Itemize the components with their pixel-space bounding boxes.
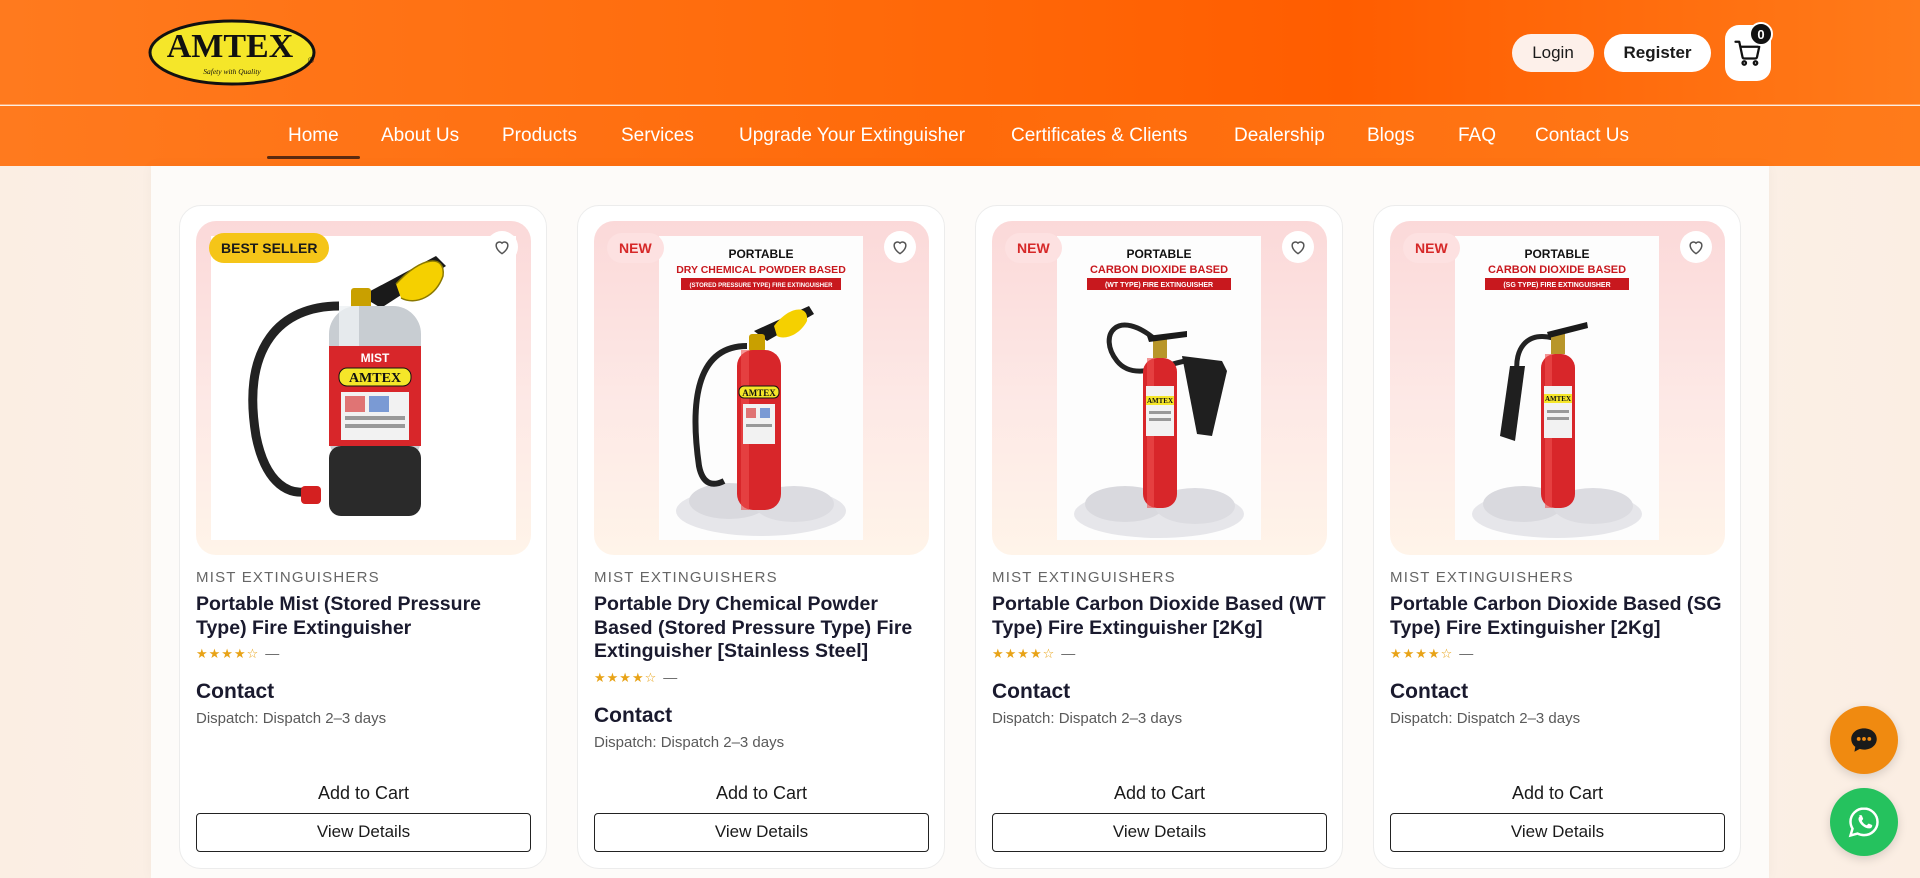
mist-label: MIST (361, 351, 390, 365)
product-category: MIST EXTINGUISHERS (992, 569, 1176, 586)
view-details-button[interactable]: View Details (992, 813, 1327, 852)
product-image-frame: PORTABLE CARBON DIOXIDE BASED (SG TYPE) … (1390, 221, 1725, 555)
product-title[interactable]: Portable Mist (Stored Pressure Type) Fir… (196, 593, 536, 640)
amtex-label: AMTEX (1147, 397, 1173, 405)
heart-icon (1689, 241, 1703, 255)
amtex-logo[interactable]: AMTEX ® Safety with Quality (148, 19, 316, 86)
product-category: MIST EXTINGUISHERS (594, 569, 778, 586)
product-image[interactable]: PORTABLE CARBON DIOXIDE BASED (SG TYPE) … (1455, 236, 1659, 540)
dispatch-info: Dispatch: Dispatch 2–3 days (196, 710, 387, 727)
product-card[interactable]: PORTABLE DRY CHEMICAL POWDER BASED (STOR… (577, 205, 945, 869)
rating-count: — (265, 645, 280, 661)
product-rating: ★★★★☆ — (1390, 645, 1473, 662)
dispatch-info: Dispatch: Dispatch 2–3 days (992, 710, 1183, 727)
nav-upgrade-your-extinguisher[interactable]: Upgrade Your Extinguisher (739, 106, 965, 166)
product-image[interactable]: MIST AMTEX (211, 236, 516, 540)
dispatch-info: Dispatch: Dispatch 2–3 days (594, 734, 785, 751)
heart-icon (893, 241, 907, 255)
whatsapp-button[interactable] (1830, 788, 1898, 856)
poster-line3: (WT TYPE) FIRE EXTINGUISHER (1105, 282, 1213, 289)
product-price: Contact (594, 704, 673, 727)
rating-stars: ★★★★☆ (1390, 646, 1454, 661)
product-image-frame: PORTABLE DRY CHEMICAL POWDER BASED (STOR… (594, 221, 929, 555)
product-card[interactable]: PORTABLE CARBON DIOXIDE BASED (WT TYPE) … (975, 205, 1343, 869)
amtex-label: AMTEX (349, 371, 401, 386)
wishlist-button[interactable] (884, 231, 916, 263)
view-details-button[interactable]: View Details (196, 813, 531, 852)
nav-products[interactable]: Products (502, 106, 577, 166)
best-seller-badge: BEST SELLER (209, 233, 330, 263)
poster-line2: DRY CHEMICAL POWDER BASED (676, 264, 846, 276)
rating-stars: ★★★★☆ (196, 646, 260, 661)
nav-faq[interactable]: FAQ (1458, 106, 1496, 166)
register-button[interactable]: Register (1604, 34, 1711, 72)
nav-blogs[interactable]: Blogs (1367, 106, 1415, 166)
new-badge: NEW (607, 233, 664, 263)
product-card[interactable]: MIST AMTEX BEST SELLER MIST EXTINGUISHER… (179, 205, 547, 869)
new-badge: NEW (1403, 233, 1460, 263)
nav-contact-us[interactable]: Contact Us (1535, 106, 1629, 166)
nav-services[interactable]: Services (621, 106, 694, 166)
product-card[interactable]: PORTABLE CARBON DIOXIDE BASED (SG TYPE) … (1373, 205, 1741, 869)
product-image[interactable]: PORTABLE DRY CHEMICAL POWDER BASED (STOR… (659, 236, 863, 540)
product-image-frame: PORTABLE CARBON DIOXIDE BASED (WT TYPE) … (992, 221, 1327, 555)
amtex-label: AMTEX (742, 388, 776, 398)
top-header: AMTEX ® Safety with Quality Login Regist… (0, 0, 1920, 105)
product-title[interactable]: Portable Dry Chemical Powder Based (Stor… (594, 593, 934, 664)
poster-line3: (STORED PRESSURE TYPE) FIRE EXTINGUISHER (690, 283, 834, 289)
live-chat-button[interactable] (1830, 706, 1898, 774)
add-to-cart-button[interactable]: Add to Cart (992, 778, 1327, 808)
poster-line1: PORTABLE (728, 247, 793, 261)
heart-icon (495, 241, 509, 255)
svg-text:AMTEX: AMTEX (167, 28, 294, 65)
product-rating: ★★★★☆ — (992, 645, 1075, 662)
heart-icon (1291, 241, 1305, 255)
svg-text:Safety with Quality: Safety with Quality (203, 67, 261, 76)
rating-stars: ★★★★☆ (992, 646, 1056, 661)
wishlist-button[interactable] (1282, 231, 1314, 263)
login-button[interactable]: Login (1512, 34, 1594, 72)
product-price: Contact (992, 680, 1071, 703)
product-title[interactable]: Portable Carbon Dioxide Based (SG Type) … (1390, 593, 1730, 640)
svg-text:®: ® (308, 56, 314, 65)
rating-count: — (663, 669, 678, 685)
product-title[interactable]: Portable Carbon Dioxide Based (WT Type) … (992, 593, 1332, 640)
view-details-button[interactable]: View Details (1390, 813, 1725, 852)
whatsapp-icon (1848, 807, 1879, 838)
product-category: MIST EXTINGUISHERS (1390, 569, 1574, 586)
wishlist-button[interactable] (1680, 231, 1712, 263)
add-to-cart-button[interactable]: Add to Cart (594, 778, 929, 808)
rating-count: — (1061, 645, 1076, 661)
new-badge: NEW (1005, 233, 1062, 263)
nav-certificates-clients[interactable]: Certificates & Clients (1011, 106, 1187, 166)
cart-count-badge: 0 (1749, 22, 1773, 46)
add-to-cart-button[interactable]: Add to Cart (1390, 778, 1725, 808)
product-category: MIST EXTINGUISHERS (196, 569, 380, 586)
product-price: Contact (196, 680, 275, 703)
poster-line2: CARBON DIOXIDE BASED (1488, 264, 1626, 276)
add-to-cart-button[interactable]: Add to Cart (196, 778, 531, 808)
product-image-frame: MIST AMTEX BEST SELLER (196, 221, 531, 555)
amtex-label: AMTEX (1545, 395, 1571, 403)
wishlist-button[interactable] (486, 231, 518, 263)
view-details-button[interactable]: View Details (594, 813, 929, 852)
dispatch-info: Dispatch: Dispatch 2–3 days (1390, 710, 1581, 727)
nav-dealership[interactable]: Dealership (1234, 106, 1325, 166)
product-price: Contact (1390, 680, 1469, 703)
product-rating: ★★★★☆ — (594, 669, 677, 686)
rating-stars: ★★★★☆ (594, 670, 658, 685)
rating-count: — (1459, 645, 1474, 661)
poster-line2: CARBON DIOXIDE BASED (1090, 264, 1228, 276)
poster-line1: PORTABLE (1126, 247, 1191, 261)
poster-line3: (SG TYPE) FIRE EXTINGUISHER (1503, 282, 1610, 289)
nav-about-us[interactable]: About Us (381, 106, 459, 166)
product-image[interactable]: PORTABLE CARBON DIOXIDE BASED (WT TYPE) … (1057, 236, 1261, 540)
nav-active-indicator (267, 156, 360, 159)
product-rating: ★★★★☆ — (196, 645, 279, 662)
poster-line1: PORTABLE (1524, 247, 1589, 261)
chat-bubble-icon (1851, 728, 1877, 752)
